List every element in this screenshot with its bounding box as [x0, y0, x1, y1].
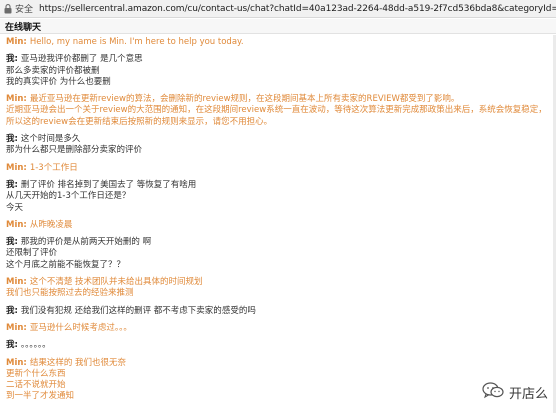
user-name: 我:: [6, 305, 18, 316]
message-text: 亚马逊什么时候考虑过。。。: [29, 322, 132, 333]
agent-name: Min:: [6, 357, 27, 368]
user-message-line: 今天: [6, 203, 551, 214]
agent-message-line: 更新个什么东西: [6, 369, 551, 380]
agent-message-line: Min: 从昨晚凌晨: [6, 220, 551, 231]
message-text: 从几天开始的1-3个工作日还是？: [6, 191, 131, 202]
message-text: 二话不说就开始: [6, 380, 66, 391]
message-text: 近期亚马逊会出一个关于review的大范围的通知，在这段期间review系统一直…: [6, 105, 547, 127]
watermark: 开店么: [477, 380, 552, 405]
message-text: 今天: [6, 202, 24, 213]
message-text: 从昨晚凌晨: [29, 219, 73, 230]
message-text: 这个月底之前能不能恢复了？？: [6, 259, 126, 270]
user-message-line: 我的真实评价 为什么也要删: [6, 77, 551, 88]
agent-message-line: Min: Hello, my name is Min. I'm here to h…: [6, 37, 551, 48]
message-text: 这个时间是多久: [20, 134, 81, 145]
agent-name: Min:: [6, 94, 27, 105]
user-message-line: 我:。。。。。。: [6, 340, 551, 351]
user-message-line: 那么多卖家的评价都被删: [6, 66, 551, 77]
agent-name: Min:: [6, 37, 27, 47]
message-text: 删了评价 排名掉到了美国去了 等恢复了有啥用: [20, 179, 197, 190]
message-text: 到一半了才发通知: [6, 391, 75, 402]
user-name: 我:: [6, 134, 18, 145]
chat-transcript[interactable]: Min: Hello, my name is Min. I'm here to h…: [0, 35, 556, 413]
chat-window-title: 在线聊天: [5, 22, 42, 33]
agent-message-line: 到一半了才发通知: [6, 391, 551, 402]
message-text: 更新个什么东西: [6, 368, 66, 379]
user-name: 我:: [6, 340, 18, 351]
user-message-line: 我: 亚马逊我评价都删了 是几个意思: [6, 54, 551, 65]
message-text: 那为什么都只是删除部分卖家的评价: [6, 145, 143, 156]
user-message-line: 我: 我们没有犯规 还给我们这样的删评 都不考虑下卖家的感受的吗: [6, 306, 551, 317]
message-text: Hello, my name is Min. I'm here to help …: [29, 37, 244, 47]
user-name: 我:: [6, 179, 18, 190]
message-text: 我们没有犯规 还给我们这样的删评 都不考虑下卖家的感受的吗: [20, 305, 256, 316]
agent-message-line: Min: 结果这样的 我们也很无奈: [6, 358, 551, 369]
watermark-text: 开店么: [508, 387, 548, 402]
user-message-line: 还限制了评价: [6, 248, 551, 259]
message-text: 。。。。。。: [20, 340, 51, 351]
user-message-line: 我: 这个时间是多久: [6, 134, 551, 145]
message-text: 最近亚马逊在更新review的算法，会删除新的review规则，在这段期间基本上…: [29, 94, 460, 105]
agent-message-line: 近期亚马逊会出一个关于review的大范围的通知，在这段期间review系统一直…: [6, 105, 551, 128]
user-message-line: 这个月底之前能不能恢复了？？: [6, 260, 551, 271]
agent-name: Min:: [6, 162, 27, 173]
user-name: 我:: [6, 237, 18, 248]
message-text: 这个不清楚 技术团队并未给出具体的时间规划: [29, 277, 203, 288]
wechat-icon: [482, 382, 504, 403]
agent-message-line: Min: 亚马逊什么时候考虑过。。。: [6, 323, 551, 334]
message-text: 那么多卖家的评价都被删: [6, 65, 100, 76]
user-message-line: 从几天开始的1-3个工作日还是？: [6, 191, 551, 202]
agent-name: Min:: [6, 277, 27, 288]
user-name: 我:: [6, 54, 18, 65]
address-bar[interactable]: 安全 https://sellercentral.amazon.com/cu/c…: [0, 0, 556, 18]
message-text: 结果这样的 我们也很无奈: [29, 357, 127, 368]
agent-name: Min:: [6, 322, 27, 333]
message-text: 那我的评价是从前两天开始删的 啊: [20, 237, 152, 248]
agent-message-line: 二话不说就开始: [6, 380, 551, 391]
message-text: 还限制了评价: [6, 248, 58, 259]
message-text: 亚马逊我评价都删了 是几个意思: [20, 54, 143, 65]
chat-window-titlebar: 在线聊天: [0, 19, 556, 34]
message-text: 我的真实评价 为什么也要删: [6, 76, 111, 87]
agent-message-line: Min: 1-3个工作日: [6, 163, 551, 174]
user-message-line: 那为什么都只是删除部分卖家的评价: [6, 145, 551, 156]
agent-name: Min:: [6, 219, 27, 230]
message-text: 1-3个工作日: [29, 162, 78, 173]
lock-icon: [4, 3, 12, 14]
agent-message-line: Min: 这个不清楚 技术团队并未给出具体的时间规划: [6, 277, 551, 288]
user-message-line: 我: 删了评价 排名掉到了美国去了 等恢复了有啥用: [6, 180, 551, 191]
secure-label: 安全: [15, 5, 34, 15]
agent-message-line: 我们也只能按照过去的经验来推测: [6, 288, 551, 299]
user-message-line: 我: 那我的评价是从前两天开始删的 啊: [6, 237, 551, 248]
agent-message-line: Min: 最近亚马逊在更新review的算法，会删除新的review规则，在这段期…: [6, 94, 551, 105]
message-text: 我们也只能按照过去的经验来推测: [6, 288, 134, 299]
url-text[interactable]: https://sellercentral.amazon.com/cu/cont…: [39, 4, 556, 14]
